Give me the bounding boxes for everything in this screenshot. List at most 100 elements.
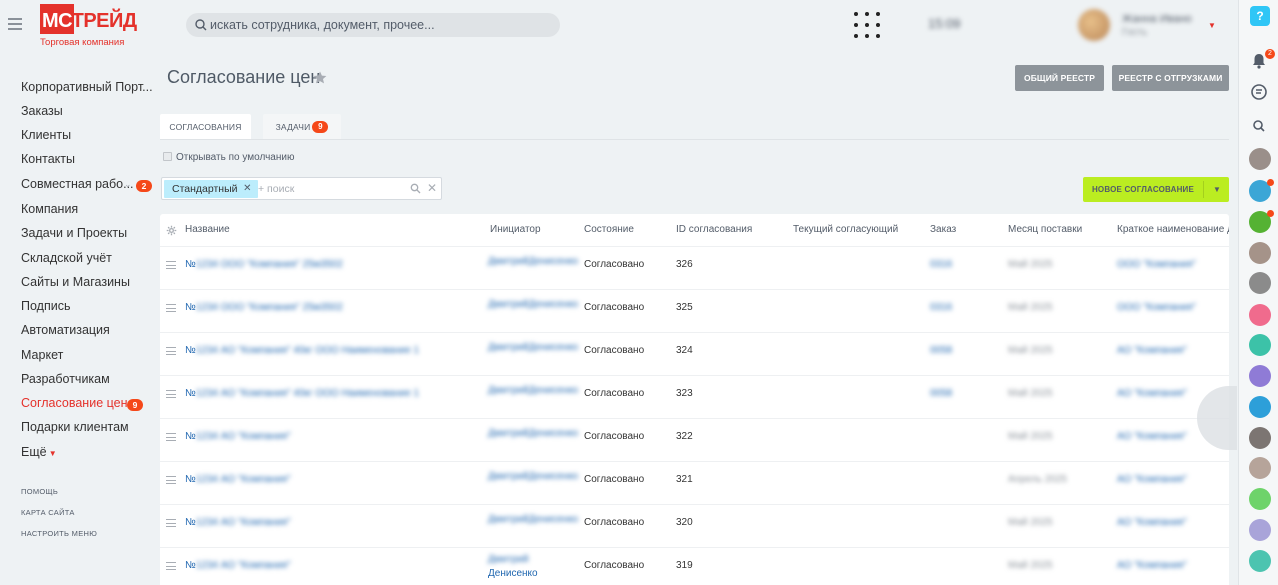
row-name[interactable]: №1234 ООО "Компания" 25м3502 — [185, 259, 343, 270]
registry-shipments-button[interactable]: РЕЕСТР С ОТГРУЗКАМИ — [1112, 65, 1229, 91]
col-initiator[interactable]: Инициатор — [490, 224, 541, 235]
menu-item-sites[interactable]: Сайты и Магазины — [21, 275, 130, 289]
filter-search-placeholder[interactable]: + поиск — [258, 183, 294, 195]
drag-handle-icon[interactable] — [166, 476, 176, 484]
search-icon[interactable] — [1248, 115, 1270, 137]
row-initiator[interactable]: ДмитрийДенисенко — [488, 253, 578, 267]
row-name[interactable]: №1234 АО "Компания" 40кг ООО Наименовани… — [185, 388, 419, 399]
row-short-name[interactable]: ООО "Компания" — [1117, 259, 1196, 270]
contact-avatar[interactable] — [1249, 365, 1271, 387]
col-delivery-month[interactable]: Месяц поставки — [1008, 224, 1082, 235]
apps-grid-icon[interactable] — [854, 12, 880, 38]
help-icon[interactable]: ? — [1250, 6, 1270, 26]
global-search[interactable] — [186, 13, 560, 37]
drag-handle-icon[interactable] — [166, 347, 176, 355]
menu-item-collab[interactable]: Совместная рабо... — [21, 177, 134, 191]
row-initiator[interactable]: ДмитрийДенисенко — [488, 511, 578, 525]
new-approval-button[interactable]: НОВОЕ СОГЛАСОВАНИЕ ▼ — [1083, 177, 1229, 202]
menu-item-market[interactable]: Маркет — [21, 348, 63, 362]
chevron-down-icon[interactable]: ▼ — [1213, 177, 1221, 202]
table-row[interactable]: №1234 АО "Компания" 40кг ООО Наименовани… — [160, 376, 1229, 419]
menu-item-tasks[interactable]: Задачи и Проекты — [21, 226, 127, 240]
chat-icon[interactable] — [1248, 81, 1270, 103]
company-logo[interactable]: МСТРЕЙД Торговая компания — [40, 4, 137, 48]
col-current-approver[interactable]: Текущий согласующий — [793, 224, 898, 235]
footer-help[interactable]: ПОМОЩЬ — [21, 487, 58, 496]
table-row[interactable]: №1234 АО "Компания"ДмитрийДенисенкоСогла… — [160, 462, 1229, 505]
search-input[interactable] — [210, 13, 550, 37]
row-name[interactable]: №1234 АО "Компания" — [185, 560, 291, 571]
menu-item-more[interactable]: Ещё ▼ — [21, 445, 57, 459]
row-short-name[interactable]: АО "Компания" — [1117, 431, 1187, 442]
row-initiator[interactable]: ДмитрийДенисенко — [488, 382, 578, 396]
menu-item-clients[interactable]: Клиенты — [21, 128, 71, 142]
menu-item-orders[interactable]: Заказы — [21, 104, 63, 118]
drag-handle-icon[interactable] — [166, 433, 176, 441]
table-row[interactable]: №1234 АО "Компания"ДмитрийДенисенкоСогла… — [160, 419, 1229, 462]
table-row[interactable]: №1234 АО "Компания" 40кг ООО Наименовани… — [160, 333, 1229, 376]
footer-sitemap[interactable]: КАРТА САЙТА — [21, 508, 75, 517]
drag-handle-icon[interactable] — [166, 390, 176, 398]
row-short-name[interactable]: ООО "Компания" — [1117, 302, 1196, 313]
clock[interactable]: 15:09 — [928, 16, 961, 31]
drag-handle-icon[interactable] — [166, 519, 176, 527]
menu-item-gifts[interactable]: Подарки клиентам — [21, 420, 129, 434]
col-approval-id[interactable]: ID согласования — [676, 224, 752, 235]
star-icon[interactable] — [312, 70, 328, 86]
filter-preset-tag[interactable]: Стандартный ✕ — [164, 180, 258, 198]
row-order[interactable]: 0316 — [930, 259, 952, 270]
col-name[interactable]: Название — [185, 224, 230, 235]
row-short-name[interactable]: АО "Компания" — [1117, 388, 1187, 399]
row-name[interactable]: №1234 АО "Компания" — [185, 431, 291, 442]
open-default-checkbox[interactable] — [163, 152, 172, 161]
drag-handle-icon[interactable] — [166, 562, 176, 570]
row-initiator[interactable]: ДмитрийДенисенко — [488, 425, 578, 439]
contact-avatar[interactable] — [1249, 148, 1271, 170]
contact-avatar[interactable] — [1249, 242, 1271, 264]
col-short-name[interactable]: Краткое наименование де — [1117, 224, 1229, 235]
contact-avatar[interactable] — [1249, 427, 1271, 449]
chevron-down-icon[interactable]: ⌄ — [124, 179, 132, 190]
row-short-name[interactable]: АО "Компания" — [1117, 345, 1187, 356]
table-row[interactable]: №1234 АО "Компания"ДмитрийДенисенкоСогла… — [160, 548, 1229, 585]
table-row[interactable]: №1234 ООО "Компания" 25м3502 ДмитрийДенис… — [160, 247, 1229, 290]
row-short-name[interactable]: АО "Компания" — [1117, 560, 1187, 571]
clear-icon[interactable]: ✕ — [427, 181, 437, 195]
row-order[interactable]: 0058 — [930, 388, 952, 399]
gear-icon[interactable] — [166, 225, 177, 236]
row-name[interactable]: №1234 АО "Компания" — [185, 517, 291, 528]
tab-tasks[interactable]: ЗАДАЧИ 9 — [263, 114, 341, 140]
drag-handle-icon[interactable] — [166, 304, 176, 312]
contact-avatar[interactable] — [1249, 457, 1271, 479]
col-order[interactable]: Заказ — [930, 224, 956, 235]
row-initiator[interactable]: ДмитрийДенисенко — [488, 468, 578, 482]
tab-approvals[interactable]: СОГЛАСОВАНИЯ — [160, 114, 251, 140]
table-row[interactable]: №1234 АО "Компания"ДмитрийДенисенкоСогла… — [160, 505, 1229, 548]
menu-item-warehouse[interactable]: Складской учёт — [21, 251, 112, 265]
row-name[interactable]: №1234 АО "Компания" — [185, 474, 291, 485]
menu-item-price-approval[interactable]: Согласование цен — [21, 396, 128, 410]
row-short-name[interactable]: АО "Компания" — [1117, 474, 1187, 485]
contact-avatar[interactable] — [1249, 272, 1271, 294]
row-initiator[interactable]: ДмитрийДенисенко — [488, 296, 578, 310]
user-menu[interactable]: Жанна Ивано Гость ▼ — [1078, 9, 1218, 41]
footer-configure-menu[interactable]: НАСТРОИТЬ МЕНЮ — [21, 529, 97, 538]
table-row[interactable]: №1234 ООО "Компания" 25м3502 ДмитрийДенис… — [160, 290, 1229, 333]
menu-burger-icon[interactable] — [8, 18, 22, 30]
menu-item-contacts[interactable]: Контакты — [21, 152, 75, 166]
row-name[interactable]: №1234 АО "Компания" 40кг ООО Наименовани… — [185, 345, 419, 356]
drag-handle-icon[interactable] — [166, 261, 176, 269]
contact-avatar[interactable] — [1249, 488, 1271, 510]
contact-avatar[interactable] — [1249, 304, 1271, 326]
row-initiator[interactable]: ДмитрийДенисенко — [488, 554, 538, 579]
menu-item-portal[interactable]: Корпоративный Порт... — [21, 80, 153, 94]
contact-avatar[interactable] — [1249, 396, 1271, 418]
col-state[interactable]: Состояние — [584, 224, 634, 235]
menu-item-company[interactable]: Компания — [21, 202, 78, 216]
row-initiator[interactable]: ДмитрийДенисенко — [488, 339, 578, 353]
menu-item-sign[interactable]: Подпись — [21, 299, 70, 313]
contact-avatar[interactable] — [1249, 334, 1271, 356]
contact-avatar[interactable] — [1249, 550, 1271, 572]
search-icon[interactable] — [410, 183, 421, 194]
menu-item-automation[interactable]: Автоматизация — [21, 323, 110, 337]
